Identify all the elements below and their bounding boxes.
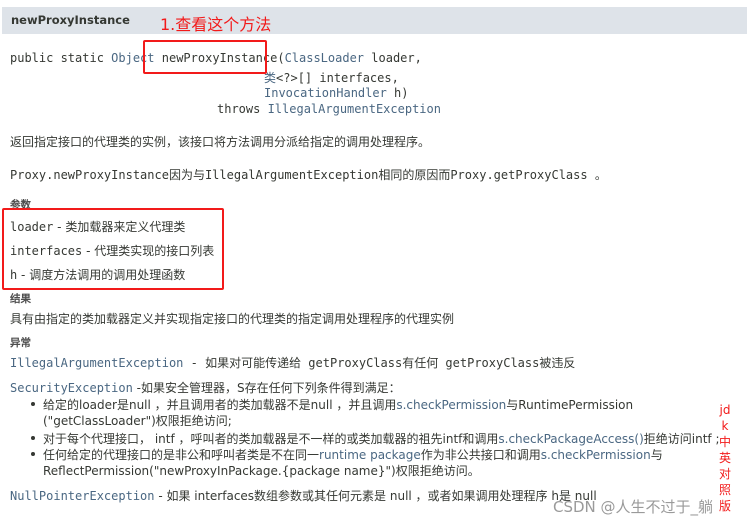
- description: 返回指定接口的代理类的实例，该接口将方法调用分派给指定的调用处理程序。: [10, 135, 431, 149]
- exception-desc: - 如果对可能传递给 getProxyClass有任何 getProxyClas…: [183, 356, 576, 370]
- note: Proxy.newProxyInstance因为与IllegalArgument…: [10, 168, 607, 182]
- bullet: [31, 436, 35, 440]
- classloader-link[interactable]: ClassLoader: [285, 51, 364, 65]
- null-pointer-link[interactable]: NullPointerException: [10, 489, 155, 503]
- bullet: [31, 452, 35, 456]
- exception-desc: - 如果 interfaces数组参数或其任何元素是 null ，或者如果调用处…: [154, 489, 597, 503]
- method-header: newProxyInstance: [2, 7, 747, 34]
- exception-security: SecurityException -如果安全管理器，S存在任何下列条件得到满足…: [10, 379, 401, 396]
- step-annotation: 1.查看这个方法: [160, 15, 272, 34]
- modifiers: public static: [10, 51, 112, 65]
- bullet-2: 对于每个代理接口， intf ，呼叫者的类加载器是不一样的或类加载器的祖先int…: [43, 430, 720, 447]
- text: 作为非公共接口和调用: [420, 448, 541, 462]
- param-h: h): [386, 86, 409, 100]
- bullet: [31, 402, 35, 406]
- highlight-box-method: [143, 40, 267, 74]
- check-permission-link[interactable]: s.checkPermission: [541, 448, 651, 462]
- security-exception-link[interactable]: SecurityException: [10, 381, 133, 395]
- check-permission-link[interactable]: s.checkPermission: [396, 398, 506, 412]
- param-interfaces: <?>[] interfaces,: [276, 71, 399, 85]
- exceptions-label: 异常: [10, 337, 31, 349]
- text: 对于每个代理接口， intf ，呼叫者的类加载器是不一样的或类加载器的祖先int…: [43, 432, 499, 446]
- invocationhandler-link[interactable]: InvocationHandler: [264, 86, 387, 100]
- signature-throws: throws IllegalArgumentException: [217, 102, 441, 116]
- exception-illegal: IllegalArgumentException - 如果对可能传递给 getP…: [10, 354, 575, 371]
- text: 与: [650, 448, 663, 462]
- signature-line-3: InvocationHandler h): [264, 86, 409, 100]
- result-text: 具有由指定的类加载器定义并实现指定接口的代理类的指定调用处理程序的代理实例: [10, 312, 455, 326]
- exception-npe: NullPointerException - 如果 interfaces数组参数…: [10, 487, 597, 504]
- result-label: 结果: [10, 293, 31, 305]
- text: 与RuntimePermission: [506, 398, 634, 412]
- illegal-argument-link[interactable]: IllegalArgumentException: [10, 356, 183, 370]
- param-loader: loader,: [364, 51, 422, 65]
- bullet-3: 任何给定的代理接口的是非公和呼叫者类是不在同一runtime package作为…: [43, 446, 663, 463]
- side-annotation: jdk中英对照版: [718, 403, 731, 513]
- highlight-box-params: [2, 208, 224, 290]
- runtime-package-link[interactable]: runtime package: [319, 448, 421, 462]
- method-title: newProxyInstance: [11, 13, 130, 27]
- bullet-1: 给定的loader是null ，并且调用者的类加载器不是null ，并且调用s.…: [43, 396, 633, 413]
- exception-link[interactable]: IllegalArgumentException: [268, 102, 441, 116]
- watermark: CSDN @人生不过于_躺: [553, 498, 714, 516]
- check-package-access-link[interactable]: s.checkPackageAccess(): [498, 432, 643, 446]
- throws-keyword: throws: [217, 102, 268, 116]
- exception-desc: -如果安全管理器，S存在任何下列条件得到满足：: [132, 381, 401, 395]
- text: 任何给定的代理接口的是非公和呼叫者类是不在同一: [43, 448, 320, 462]
- text: 拒绝访问intf ;: [643, 432, 720, 446]
- signature-line-2: 类<?>[] interfaces,: [264, 69, 399, 86]
- text: 给定的loader是null ，并且调用者的类加载器不是null ，并且调用: [43, 398, 397, 412]
- bullet-1-cont: ("getClassLoader")权限拒绝访问;: [43, 414, 232, 428]
- bullet-3-cont: ReflectPermission("newProxyInPackage.{pa…: [43, 464, 480, 478]
